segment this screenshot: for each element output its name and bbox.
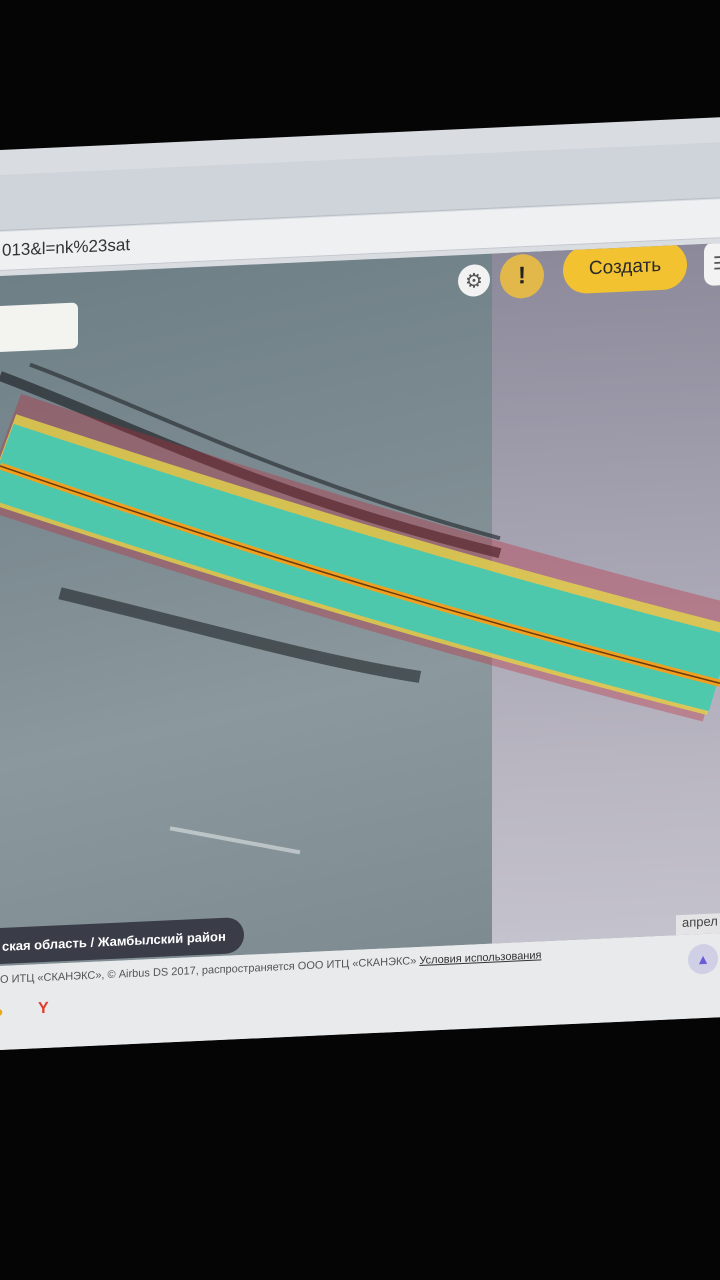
menu-button[interactable]: ☰ [704,243,720,287]
yandex-icon[interactable]: Y [38,1000,49,1018]
address-text: 013&l=nk%23sat [2,235,131,260]
road-overlay [0,362,720,855]
satellite-map[interactable]: ⚙ ! Создать ☰ ская область / Жамбылский … [0,243,720,966]
create-button[interactable]: Создать [563,243,687,295]
taskbar-app-icon[interactable]: ● [0,1004,4,1022]
faint-road [169,826,301,855]
menu-icon: ☰ [712,252,720,274]
alice-icon: ▲ [696,950,710,968]
alert-icon: ! [518,262,526,290]
terms-link[interactable]: Условия использования [419,949,541,967]
imagery-date: апрел [676,912,720,936]
monitor-screen: 013&l=nk%23sat ⚙ ! Создать ☰ ская област… [0,117,720,1050]
gear-icon: ⚙ [465,269,483,293]
search-input[interactable] [0,302,78,352]
assistant-button[interactable]: ▲ [688,943,718,975]
